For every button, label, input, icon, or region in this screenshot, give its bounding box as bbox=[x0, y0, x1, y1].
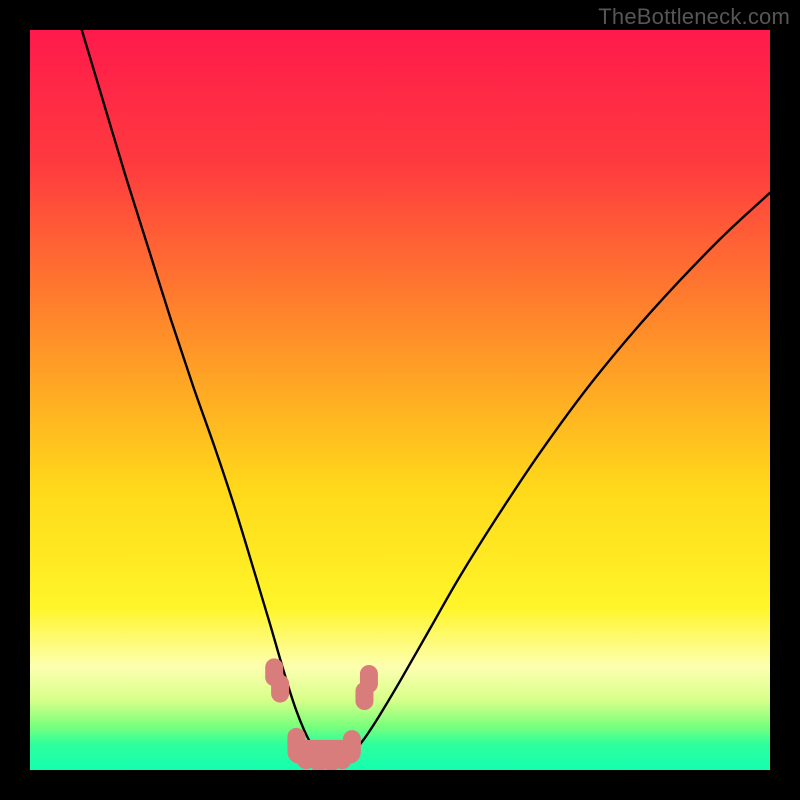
bottleneck-chart bbox=[30, 30, 770, 770]
plot-area bbox=[30, 30, 770, 770]
marker-dot bbox=[271, 675, 289, 703]
marker-dot bbox=[360, 665, 378, 693]
chart-frame: TheBottleneck.com bbox=[0, 0, 800, 800]
watermark-text: TheBottleneck.com bbox=[598, 4, 790, 30]
gradient-background bbox=[30, 30, 770, 770]
marker-dot bbox=[343, 730, 361, 758]
